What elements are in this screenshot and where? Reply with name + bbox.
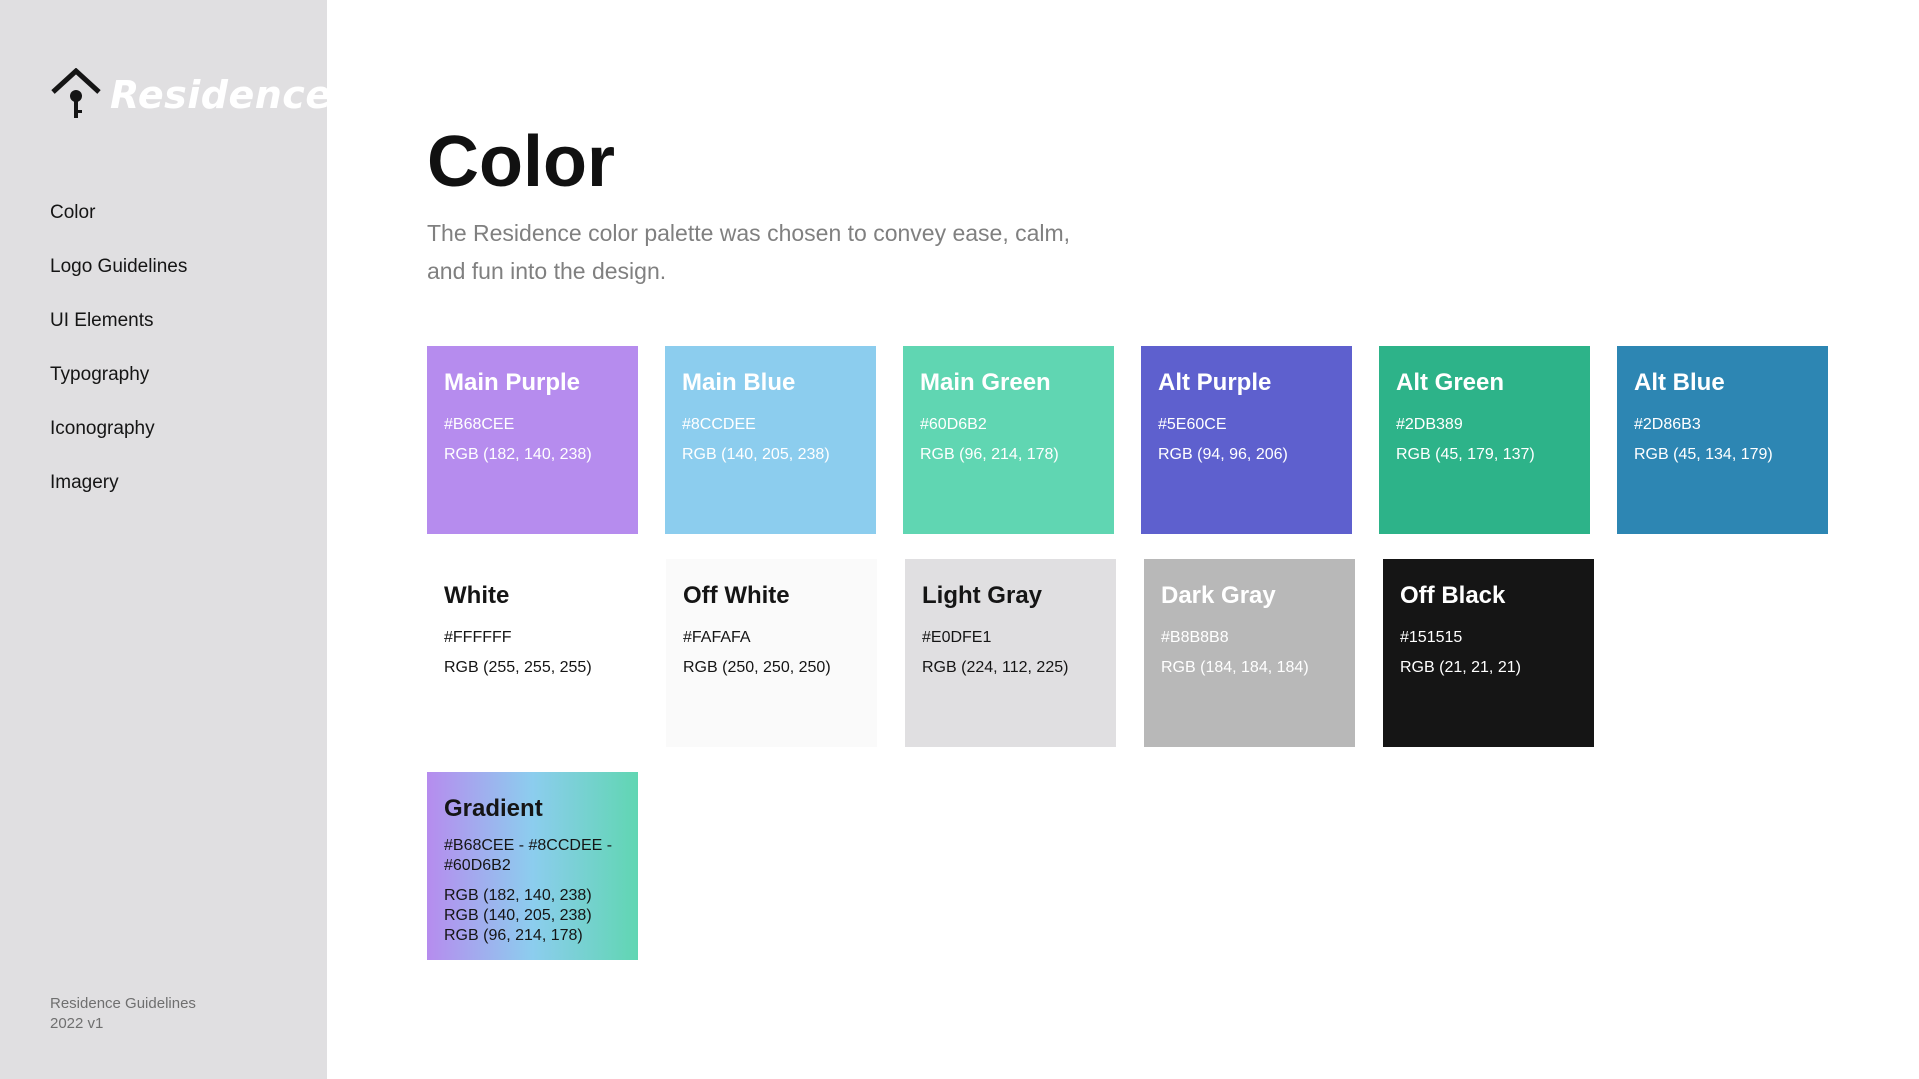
swatch-hex: #B68CEE bbox=[444, 416, 515, 433]
swatch-rgb: RGB (182, 140, 238) bbox=[444, 446, 592, 463]
swatch-rgb: RGB (184, 184, 184) bbox=[1161, 659, 1309, 676]
swatch-hex: #5E60CE bbox=[1158, 416, 1227, 433]
swatch-hex: #2DB389 bbox=[1396, 416, 1463, 433]
footer-version: 2022 v1 bbox=[50, 1015, 104, 1032]
page-subtitle: The Residence color palette was chosen t… bbox=[427, 220, 1071, 284]
sidebar-item-imagery[interactable]: Imagery bbox=[50, 468, 187, 522]
swatch-name: Off White bbox=[683, 582, 790, 609]
swatch-light-gray: Light Gray #E0DFE1 RGB (224, 112, 225) bbox=[905, 559, 1116, 747]
swatch-name: Main Purple bbox=[444, 369, 581, 396]
swatch-hex: #2D86B3 bbox=[1634, 416, 1701, 433]
swatch-rgb: RGB (96, 214, 178) bbox=[920, 446, 1059, 463]
swatch-name: Alt Purple bbox=[1158, 369, 1272, 396]
swatch-hex: #FAFAFA bbox=[683, 629, 751, 646]
swatch-gradient: Gradient #B68CEE - #8CCDEE - #60D6B2 RGB… bbox=[427, 772, 638, 960]
footer-title: Residence Guidelines bbox=[50, 995, 196, 1012]
sidebar-item-ui-elements[interactable]: UI Elements bbox=[50, 306, 187, 360]
swatch-rgb: RGB (224, 112, 225) bbox=[922, 659, 1069, 676]
sidebar-item-iconography[interactable]: Iconography bbox=[50, 414, 187, 468]
swatch-name: White bbox=[444, 582, 510, 609]
swatch-main-blue: Main Blue #8CCDEE RGB (140, 205, 238) bbox=[665, 346, 876, 534]
swatch-hex: #FFFFFF bbox=[444, 629, 512, 646]
swatch-alt-blue: Alt Blue #2D86B3 RGB (45, 134, 179) bbox=[1617, 346, 1828, 534]
swatch-hex: #8CCDEE bbox=[682, 416, 756, 433]
swatch-hex: #151515 bbox=[1400, 629, 1463, 646]
swatch-dark-gray: Dark Gray #B8B8B8 RGB (184, 184, 184) bbox=[1144, 559, 1355, 747]
swatch-name: Off Black bbox=[1400, 582, 1506, 609]
house-key-icon bbox=[51, 68, 101, 118]
swatch-hex: #60D6B2 bbox=[920, 416, 987, 433]
swatch-rgb: RGB (45, 179, 137) bbox=[1396, 446, 1535, 463]
sidebar-item-typography[interactable]: Typography bbox=[50, 360, 187, 414]
swatch-rgb: RGB (140, 205, 238) bbox=[682, 446, 830, 463]
swatch-name: Alt Blue bbox=[1634, 369, 1725, 396]
swatch-alt-green: Alt Green #2DB389 RGB (45, 179, 137) bbox=[1379, 346, 1590, 534]
swatch-off-black: Off Black #151515 RGB (21, 21, 21) bbox=[1383, 559, 1594, 747]
swatch-rgb-1: RGB (182, 140, 238) bbox=[444, 887, 592, 904]
logo[interactable]: Residence bbox=[50, 68, 332, 122]
swatch-hex: #B8B8B8 bbox=[1161, 629, 1229, 646]
swatch-white: White #FFFFFF RGB (255, 255, 255) bbox=[427, 559, 638, 747]
swatch-rgb-2: RGB (140, 205, 238) bbox=[444, 907, 592, 924]
sidebar-item-logo-guidelines[interactable]: Logo Guidelines bbox=[50, 252, 187, 306]
swatch-rgb-3: RGB (96, 214, 178) bbox=[444, 927, 583, 944]
swatch-name: Main Blue bbox=[682, 369, 796, 396]
swatch-rgb: RGB (250, 250, 250) bbox=[683, 659, 831, 676]
page-title: Color bbox=[427, 122, 615, 202]
swatch-alt-purple: Alt Purple #5E60CE RGB (94, 96, 206) bbox=[1141, 346, 1352, 534]
swatch-rgb: RGB (255, 255, 255) bbox=[444, 659, 592, 676]
swatch-name: Alt Green bbox=[1396, 369, 1505, 396]
logo-text: Residence bbox=[110, 73, 332, 117]
swatch-name: Main Green bbox=[920, 369, 1051, 396]
swatch-main-green: Main Green #60D6B2 RGB (96, 214, 178) bbox=[903, 346, 1114, 534]
swatch-name: Light Gray bbox=[922, 582, 1043, 609]
swatch-off-white: Off White #FAFAFA RGB (250, 250, 250) bbox=[666, 559, 877, 747]
sidebar-item-color[interactable]: Color bbox=[50, 198, 187, 252]
swatch-hex: #B68CEE - #8CCDEE - #60D6B2 bbox=[444, 837, 613, 874]
swatch-rgb: RGB (45, 134, 179) bbox=[1634, 446, 1773, 463]
sidebar-footer: Residence Guidelines 2022 v1 bbox=[50, 994, 196, 1034]
swatch-main-purple: Main Purple #B68CEE RGB (182, 140, 238) bbox=[427, 346, 638, 534]
sidebar-nav: Color Logo Guidelines UI Elements Typogr… bbox=[50, 198, 187, 522]
sidebar: Residence Color Logo Guidelines UI Eleme… bbox=[0, 0, 331, 1079]
swatch-rgb: RGB (94, 96, 206) bbox=[1158, 446, 1288, 463]
swatch-name: Dark Gray bbox=[1161, 582, 1276, 609]
swatch-name: Gradient bbox=[444, 795, 543, 822]
swatch-rgb: RGB (21, 21, 21) bbox=[1400, 659, 1521, 676]
swatch-hex: #E0DFE1 bbox=[922, 629, 992, 646]
